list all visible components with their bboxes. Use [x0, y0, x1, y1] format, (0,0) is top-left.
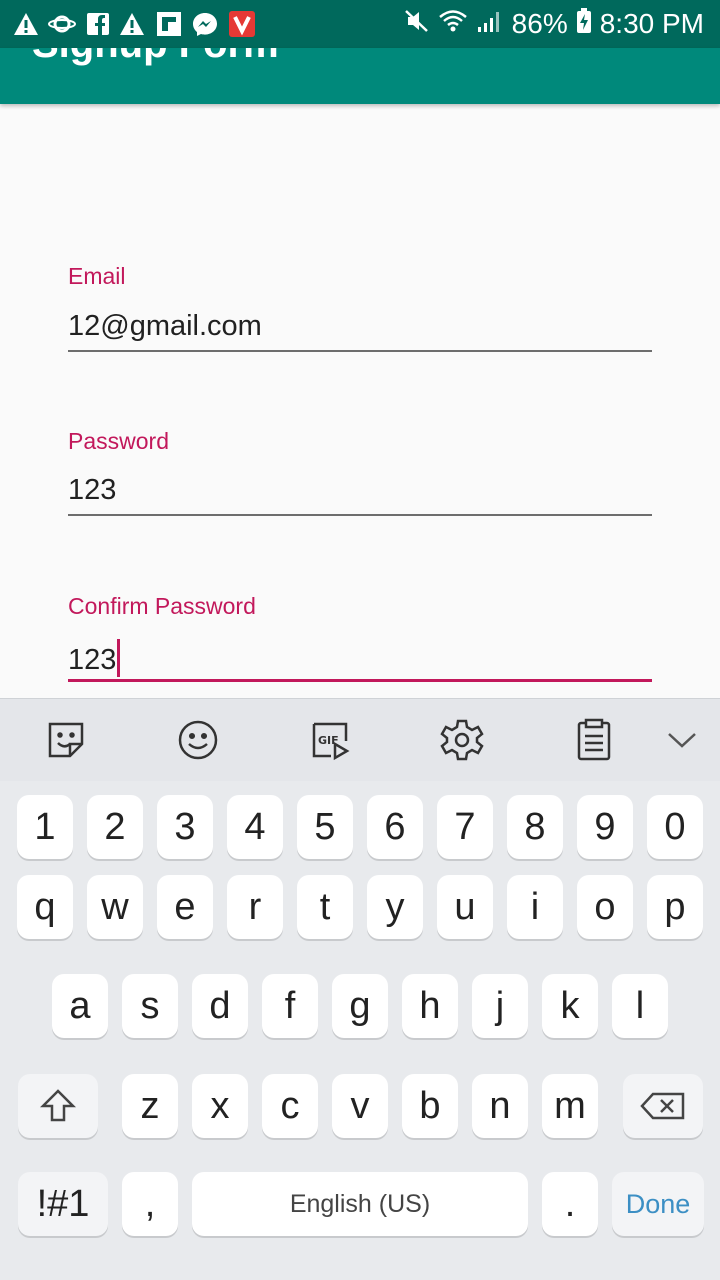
key-z[interactable]: z — [122, 1074, 178, 1138]
key-d[interactable]: d — [192, 974, 248, 1038]
space-key[interactable]: English (US) — [192, 1172, 528, 1236]
key-b[interactable]: b — [402, 1074, 458, 1138]
confirm-password-value: 123 — [68, 644, 117, 676]
wifi-icon — [438, 8, 468, 41]
keyboard-toolbar: GIF — [0, 698, 720, 781]
key-9[interactable]: 9 — [577, 795, 633, 859]
confirm-password-underline — [68, 679, 652, 682]
vivaldi-icon — [228, 10, 256, 38]
warning-icon — [12, 10, 40, 38]
key-r[interactable]: r — [227, 875, 283, 939]
backspace-key[interactable] — [623, 1074, 703, 1138]
battery-icon — [576, 7, 592, 41]
password-underline — [68, 514, 652, 516]
period-key[interactable]: . — [542, 1172, 598, 1236]
page-title: Signup Form — [32, 48, 279, 67]
text-cursor — [117, 639, 121, 677]
key-q[interactable]: q — [17, 875, 73, 939]
clipboard-icon[interactable] — [571, 717, 617, 763]
done-key[interactable]: Done — [612, 1172, 704, 1236]
key-3[interactable]: 3 — [157, 795, 213, 859]
key-k[interactable]: k — [542, 974, 598, 1038]
email-field[interactable]: 12@gmail.com — [68, 310, 262, 343]
key-4[interactable]: 4 — [227, 795, 283, 859]
status-bar: 86% 8:30 PM — [0, 0, 720, 48]
svg-text:GIF: GIF — [318, 734, 339, 747]
soft-keyboard: GIF 1234567890 qwertyuiop asdfghjkl zxcvbnm… — [0, 698, 720, 1280]
flipboard-icon — [155, 10, 183, 38]
key-x[interactable]: x — [192, 1074, 248, 1138]
key-7[interactable]: 7 — [437, 795, 493, 859]
key-u[interactable]: u — [437, 875, 493, 939]
key-s[interactable]: s — [122, 974, 178, 1038]
key-f[interactable]: f — [262, 974, 318, 1038]
key-5[interactable]: 5 — [297, 795, 353, 859]
signal-icon — [476, 8, 504, 40]
emoji-icon[interactable] — [175, 717, 221, 763]
key-j[interactable]: j — [472, 974, 528, 1038]
symbols-key[interactable]: !#1 — [18, 1172, 108, 1236]
key-n[interactable]: n — [472, 1074, 528, 1138]
confirm-password-field[interactable]: 123 — [68, 639, 121, 677]
collapse-icon[interactable] — [659, 717, 705, 763]
key-e[interactable]: e — [157, 875, 213, 939]
email-label: Email — [68, 263, 126, 289]
saturn-icon — [48, 10, 76, 38]
key-6[interactable]: 6 — [367, 795, 423, 859]
key-2[interactable]: 2 — [87, 795, 143, 859]
key-m[interactable]: m — [542, 1074, 598, 1138]
gif-icon[interactable]: GIF — [307, 717, 353, 763]
sticker-icon[interactable] — [43, 717, 89, 763]
key-g[interactable]: g — [332, 974, 388, 1038]
shift-key[interactable] — [18, 1074, 98, 1138]
facebook-icon — [84, 10, 112, 38]
key-h[interactable]: h — [402, 974, 458, 1038]
key-8[interactable]: 8 — [507, 795, 563, 859]
status-right: 86% 8:30 PM — [404, 0, 704, 48]
key-1[interactable]: 1 — [17, 795, 73, 859]
key-v[interactable]: v — [332, 1074, 388, 1138]
clock-text: 8:30 PM — [599, 8, 704, 39]
key-c[interactable]: c — [262, 1074, 318, 1138]
confirm-password-label: Confirm Password — [68, 593, 256, 619]
email-underline — [68, 350, 652, 352]
app-bar: Signup Form — [0, 48, 720, 104]
password-field[interactable]: 123 — [68, 474, 116, 507]
key-a[interactable]: a — [52, 974, 108, 1038]
key-o[interactable]: o — [577, 875, 633, 939]
key-0[interactable]: 0 — [647, 795, 703, 859]
warning-icon — [118, 10, 146, 38]
battery-text: 86% — [511, 8, 568, 39]
comma-key[interactable]: , — [122, 1172, 178, 1236]
key-w[interactable]: w — [87, 875, 143, 939]
key-t[interactable]: t — [297, 875, 353, 939]
mute-icon — [404, 8, 430, 41]
password-label: Password — [68, 428, 169, 454]
key-y[interactable]: y — [367, 875, 423, 939]
messenger-icon — [191, 10, 219, 38]
key-l[interactable]: l — [612, 974, 668, 1038]
key-i[interactable]: i — [507, 875, 563, 939]
settings-icon[interactable] — [439, 717, 485, 763]
key-p[interactable]: p — [647, 875, 703, 939]
